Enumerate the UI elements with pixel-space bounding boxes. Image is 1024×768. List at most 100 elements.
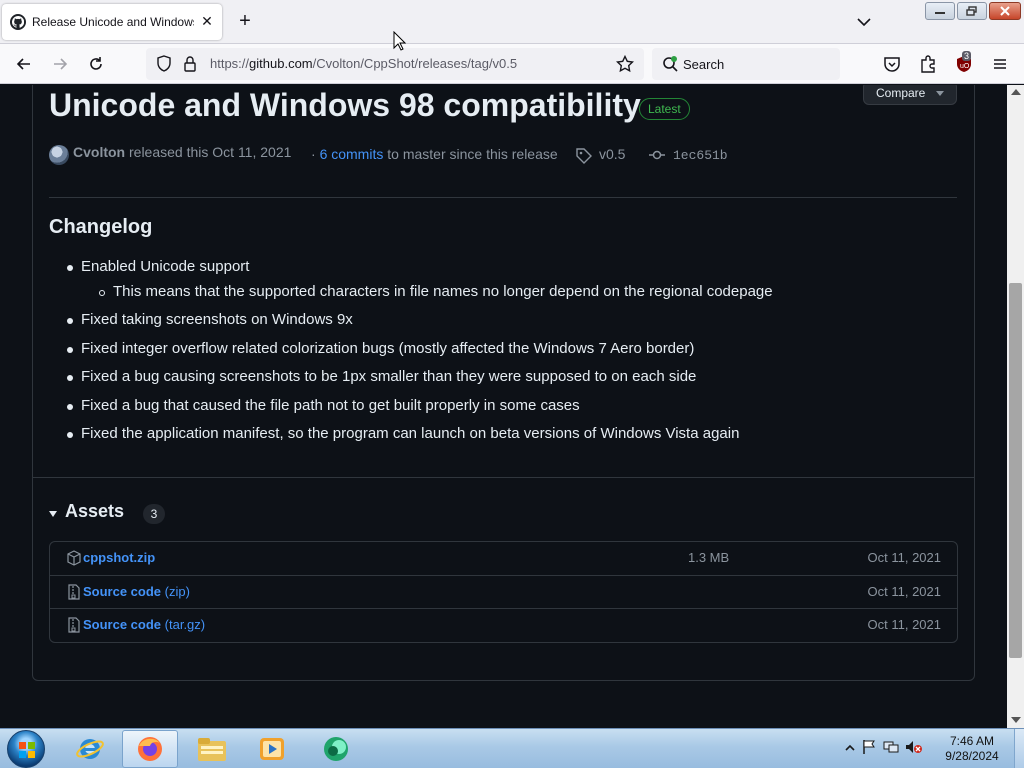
url-host: github.com (249, 56, 313, 71)
chevron-down-icon[interactable] (854, 12, 874, 32)
bookmark-star-icon[interactable] (615, 54, 635, 78)
github-icon (10, 14, 26, 30)
author-link[interactable]: Cvolton (73, 144, 125, 160)
commits-separator: · (311, 146, 316, 162)
commit-icon (648, 148, 666, 167)
changelog-item: Fixed the application manifest, so the p… (81, 425, 740, 442)
tag-icon (575, 147, 593, 170)
clock[interactable]: 7:46 AM 9/28/2024 (930, 734, 1014, 764)
clock-time: 7:46 AM (949, 734, 995, 748)
scrollbar-thumb[interactable] (1009, 283, 1022, 658)
package-icon (67, 550, 81, 566)
release-author-line: Cvolton released this Oct 11, 2021 (73, 144, 291, 160)
menu-icon[interactable] (990, 54, 1010, 74)
minimize-icon[interactable] (925, 2, 955, 20)
firefox-icon[interactable] (122, 730, 178, 768)
new-tab-icon[interactable]: + (234, 10, 256, 32)
divider (33, 477, 974, 478)
back-icon[interactable] (14, 54, 34, 74)
restore-icon[interactable] (957, 2, 987, 20)
window-controls (925, 2, 1021, 20)
changelog-heading: Changelog (49, 216, 153, 238)
search-bar[interactable]: Search (652, 48, 840, 80)
browser-tab[interactable]: Release Unicode and Windows 98 compatibi… (2, 4, 222, 40)
latest-badge: Latest (639, 98, 690, 120)
bullet (67, 265, 73, 271)
bullet (67, 318, 73, 324)
sub-bullet (99, 290, 105, 296)
asset-date: Oct 11, 2021 (867, 617, 941, 632)
show-desktop-button[interactable] (1014, 729, 1024, 768)
svg-text:uO: uO (960, 63, 970, 70)
network-icon[interactable] (883, 739, 899, 760)
file-zip-icon (67, 584, 81, 600)
bullet (67, 347, 73, 353)
asset-link[interactable]: cppshot.zip (83, 550, 155, 565)
tab-title: Release Unicode and Windows 98 compatibi… (32, 15, 194, 29)
changelog-item: Enabled Unicode support (81, 258, 250, 275)
asset-link[interactable]: Source code (tar.gz) (83, 617, 205, 632)
media-player-icon[interactable] (244, 730, 300, 768)
compare-button[interactable]: Compare (863, 85, 957, 105)
asset-size: 1.3 MB (688, 550, 730, 565)
start-button[interactable] (7, 730, 45, 768)
action-center-flag-icon[interactable] (861, 739, 877, 760)
commit-sha-link[interactable]: 1ec651b (673, 148, 728, 163)
file-zip-icon (67, 617, 81, 633)
asset-row: cppshot.zip 1.3 MB Oct 11, 2021 (50, 542, 957, 575)
screen: Release Unicode and Windows 98 compatibi… (0, 0, 1024, 768)
asset-suffix: (zip) (164, 584, 190, 599)
changelog-item: Fixed a bug causing screenshots to be 1p… (81, 368, 697, 385)
changelog-subitem: This means that the supported characters… (113, 283, 773, 300)
asset-name: Source code (83, 617, 162, 632)
bullet (67, 375, 73, 381)
internet-explorer-icon[interactable] (62, 730, 118, 768)
asset-row: Source code (zip) Oct 11, 2021 (50, 575, 957, 608)
changelog-item: Fixed integer overflow related colorizat… (81, 340, 695, 357)
page-content: Unicode and Windows 98 compatibility Lat… (0, 85, 1007, 728)
browser-tab-strip: Release Unicode and Windows 98 compatibi… (0, 0, 1024, 44)
changelog-item: Fixed a bug that caused the file path no… (81, 397, 580, 414)
show-hidden-icons-icon[interactable] (845, 740, 855, 758)
commits-suffix: to master since this release (387, 146, 558, 162)
scroll-down-icon[interactable] (1011, 717, 1021, 723)
tab-close-icon[interactable]: ✕ (200, 13, 214, 29)
extensions-icon[interactable] (918, 54, 938, 74)
lock-icon[interactable] (183, 55, 197, 78)
url-text: https://github.com/Cvolton/CppShot/relea… (210, 56, 517, 71)
asset-suffix: (tar.gz) (164, 617, 206, 632)
pocket-icon[interactable] (882, 54, 902, 74)
asset-name: Source code (83, 584, 162, 599)
url-prefix: https:// (210, 56, 250, 71)
assets-count-badge: 3 (143, 504, 165, 524)
close-window-icon[interactable] (989, 2, 1021, 20)
search-placeholder: Search (683, 57, 725, 72)
taskbar: 7:46 AM 9/28/2024 (0, 728, 1024, 768)
commits-link[interactable]: 6 commits (320, 146, 384, 162)
asset-date: Oct 11, 2021 (867, 550, 941, 565)
extension-badge: 3 (962, 51, 972, 61)
tracking-protection-icon[interactable] (156, 55, 172, 78)
tag-link[interactable]: v0.5 (599, 146, 625, 162)
commits-line: · 6 commits to master since this release (311, 146, 558, 162)
scrollbar[interactable] (1007, 85, 1024, 728)
clock-date: 9/28/2024 (945, 749, 999, 763)
divider (49, 197, 957, 198)
bullet (67, 404, 73, 410)
app-icon[interactable] (308, 730, 364, 768)
caret-down-icon (936, 91, 944, 96)
release-title: Unicode and Windows 98 compatibility (49, 87, 641, 123)
scroll-up-icon[interactable] (1011, 89, 1021, 95)
asset-link[interactable]: Source code (zip) (83, 584, 190, 599)
file-explorer-icon[interactable] (184, 730, 240, 768)
url-path: /Cvolton/CppShot/releases/tag/v0.5 (312, 56, 518, 71)
asset-row: Source code (tar.gz) Oct 11, 2021 (50, 608, 957, 641)
avatar[interactable] (49, 145, 69, 165)
volume-muted-icon[interactable] (905, 739, 923, 760)
compare-label: Compare (876, 86, 926, 100)
changelog-item: Fixed taking screenshots on Windows 9x (81, 311, 353, 328)
reload-icon[interactable] (86, 54, 106, 74)
collapse-caret-icon[interactable] (49, 511, 57, 517)
assets-heading[interactable]: Assets (65, 501, 124, 522)
forward-icon[interactable] (50, 54, 70, 74)
